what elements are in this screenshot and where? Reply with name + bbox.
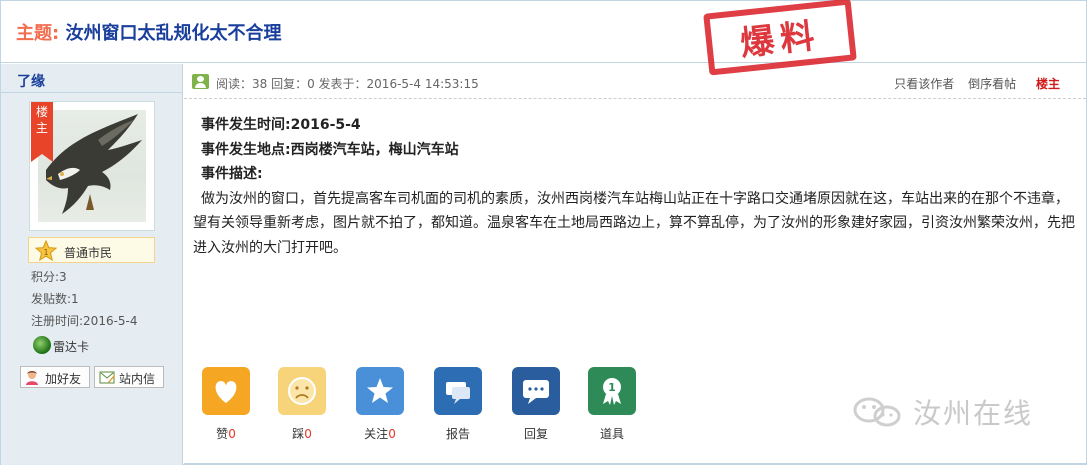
host-badge: 楼主 [31,102,53,162]
report-button[interactable]: 报告 [433,367,483,441]
svg-text:1: 1 [43,248,48,257]
add-friend-label: 加好友 [45,372,82,386]
follow-count: 0 [388,427,396,441]
event-description: 做为汝州的窗口，首先提高客车司机面的司机的素质，汝州西岗楼汽车站梅山站正在十字路… [193,190,1075,256]
follow-label: 关注0 [364,427,396,441]
tools-label: 道具 [599,427,624,441]
message-icon [99,371,115,384]
avatar[interactable] [38,110,146,222]
author-divider [1,92,182,93]
author-sidebar: 了缘 楼主 1 普通市民 积分:3 发贴数:1 注册时间:2016-5-4 雷达… [1,64,183,465]
report-label: 报告 [445,427,470,441]
post-content: 事件发生时间:2016-5-4 事件发生地点:西岗楼汽车站，梅山汽车站 事件描述… [193,113,1078,260]
thread-title-text[interactable]: 汝州窗口太乱规化太不合理 [65,23,281,44]
radar-icon [33,336,51,354]
author-register-time: 注册时间:2016-5-4 [31,314,138,328]
event-time: 事件发生时间:2016-5-4 [201,117,361,133]
rank-label: 普通市民 [64,246,113,260]
author-posts: 发贴数:1 [31,292,79,306]
reply-label: 回复 [523,427,548,441]
reply-button[interactable]: 回复 [511,367,561,441]
like-button[interactable]: 赞0 [201,367,251,441]
medal-icon: 1 [588,367,636,415]
star-icon [356,367,404,415]
reverse-order-link[interactable]: 倒序看帖 [968,77,1016,91]
event-place: 事件发生地点:西岗楼汽车站，梅山汽车站 [201,141,459,158]
dislike-button[interactable]: 踩0 [277,367,327,441]
radar-card-label: 雷达卡 [53,340,90,354]
bottom-divider [184,463,1086,464]
exposure-stamp: 爆料 [703,0,857,76]
watermark-text: 汝州在线 [913,397,1034,430]
user-icon [192,74,209,89]
dislike-label: 踩0 [292,427,312,441]
post-tools: 只看该作者 倒序看帖 楼主 [884,75,1060,92]
only-author-link[interactable]: 只看该作者 [894,77,954,91]
reply-bubble-icon [512,367,560,415]
post-meta-bar: 阅读：38 回复：0 发表于：2016-5-4 14:53:15 只看该作者 倒… [192,74,1072,92]
like-count: 0 [228,427,236,441]
post-stats: 阅读：38 回复：0 发表于：2016-5-4 14:53:15 [216,77,479,91]
thread-title: 主题: 汝州窗口太乱规化太不合理 [16,19,281,45]
follow-button[interactable]: 关注0 [355,367,405,441]
event-desc-label: 事件描述: [201,166,263,182]
rank-star-icon: 1 [35,240,57,262]
author-points: 积分:3 [31,270,67,284]
report-chat-icon [434,367,482,415]
add-friend-button[interactable]: 加好友 [20,366,90,388]
send-message-button[interactable]: 站内信 [94,366,164,388]
wechat-icon [853,397,901,427]
svg-text:1: 1 [608,381,616,394]
tools-button[interactable]: 1 道具 [587,367,637,441]
thread-title-bar: 主题: 汝州窗口太乱规化太不合理 [1,1,1086,63]
floor-label: 楼主 [1035,77,1060,91]
thread-page: 主题: 汝州窗口太乱规化太不合理 爆料 了缘 楼主 1 普通市民 积分:3 发贴… [0,0,1087,465]
thread-title-prefix: 主题: [16,23,60,44]
author-name[interactable]: 了缘 [17,71,45,91]
like-icon [202,367,250,415]
send-message-label: 站内信 [119,372,156,386]
add-friend-icon [26,371,38,385]
meta-divider [184,98,1086,99]
sad-face-icon [278,367,326,415]
dislike-count: 0 [304,427,312,441]
like-label: 赞0 [216,427,236,441]
rank-badge: 1 普通市民 [28,237,155,263]
eagle-avatar-image [46,114,142,214]
